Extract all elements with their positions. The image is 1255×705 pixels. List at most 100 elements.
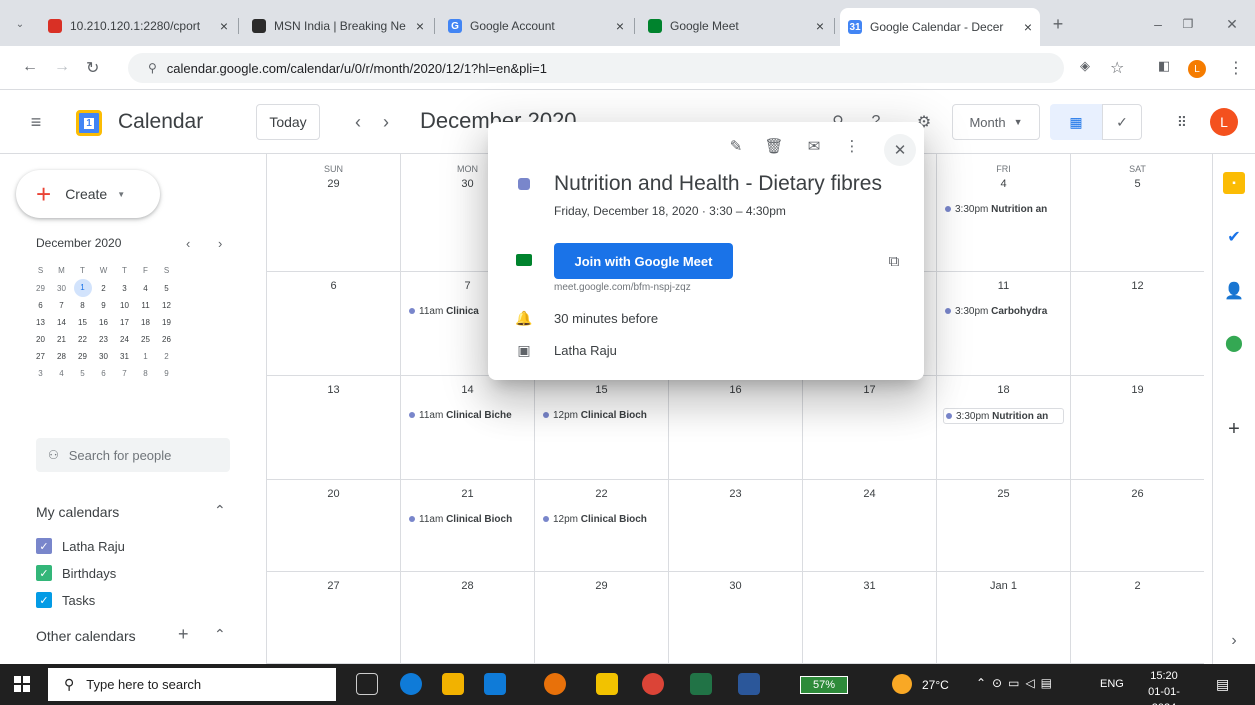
- day-number[interactable]: 15: [535, 384, 668, 396]
- day-cell[interactable]: 12: [1070, 272, 1204, 376]
- day-number[interactable]: 14: [401, 384, 534, 396]
- calendar-list-item[interactable]: ✓ Latha Raju: [36, 538, 125, 554]
- other-calendars-heading[interactable]: Other calendars: [36, 628, 136, 644]
- mini-day[interactable]: 22: [72, 331, 93, 348]
- battery-indicator[interactable]: 57%: [800, 676, 848, 694]
- day-cell[interactable]: 18 3:30pm Nutrition an: [936, 376, 1070, 480]
- calendar-list-item[interactable]: ✓ Birthdays: [36, 565, 116, 581]
- mini-day[interactable]: 8: [72, 297, 93, 314]
- mini-day[interactable]: 5: [72, 365, 93, 382]
- day-cell[interactable]: 30: [668, 572, 802, 664]
- url-field[interactable]: ⚲ calendar.google.com/calendar/u/0/r/mon…: [128, 53, 1064, 83]
- apps-grid-icon[interactable]: ⠿: [1170, 110, 1194, 134]
- mini-day[interactable]: 12: [156, 297, 177, 314]
- mini-day[interactable]: 14: [51, 314, 72, 331]
- chrome-icon[interactable]: [642, 673, 664, 695]
- day-number[interactable]: 24: [803, 488, 936, 500]
- mini-day[interactable]: 1: [135, 348, 156, 365]
- day-number[interactable]: 26: [1071, 488, 1204, 500]
- day-number[interactable]: 17: [803, 384, 936, 396]
- tab-close-icon[interactable]: ×: [220, 18, 228, 34]
- search-people-input[interactable]: ⚇ Search for people: [36, 438, 230, 472]
- view-select[interactable]: Month ▼: [952, 104, 1040, 140]
- tab-close-icon[interactable]: ×: [416, 18, 424, 34]
- bookmark-star-icon[interactable]: ☆: [1110, 58, 1124, 78]
- mini-day[interactable]: 4: [51, 365, 72, 382]
- mini-day[interactable]: 3: [30, 365, 51, 382]
- calendar-list-item[interactable]: ✓ Tasks: [36, 592, 95, 608]
- mini-day[interactable]: 20: [30, 331, 51, 348]
- tab-close-icon[interactable]: ×: [1024, 19, 1032, 35]
- day-number[interactable]: 11: [937, 280, 1070, 292]
- event-chip[interactable]: 11am Clinical Bioch: [407, 512, 528, 528]
- day-cell[interactable]: 27: [266, 572, 400, 664]
- minimize-icon[interactable]: –: [1148, 14, 1168, 34]
- window-close-icon[interactable]: ✕: [1222, 14, 1242, 34]
- mini-day[interactable]: 31: [114, 348, 135, 365]
- contacts-icon[interactable]: 👤: [1223, 280, 1245, 302]
- mini-prev-icon[interactable]: ‹: [186, 236, 190, 251]
- delete-icon[interactable]: 🗑: [762, 134, 786, 158]
- mini-day[interactable]: 8: [135, 365, 156, 382]
- email-icon[interactable]: ✉: [802, 134, 826, 158]
- day-cell[interactable]: 6: [266, 272, 400, 376]
- mini-day[interactable]: 29: [72, 348, 93, 365]
- mini-day[interactable]: 7: [114, 365, 135, 382]
- word-icon[interactable]: [738, 673, 760, 695]
- tasks-icon[interactable]: ✔: [1223, 226, 1245, 248]
- event-chip[interactable]: 12pm Clinical Bioch: [541, 512, 662, 528]
- tab-close-icon[interactable]: ×: [816, 18, 824, 34]
- day-cell[interactable]: 28: [400, 572, 534, 664]
- browser-tab[interactable]: 10.210.120.1:2280/cport ×: [40, 10, 236, 42]
- day-cell[interactable]: 25: [936, 480, 1070, 572]
- main-menu-icon[interactable]: ≡: [24, 110, 48, 134]
- browser-tab[interactable]: G Google Account ×: [440, 10, 632, 42]
- mini-day[interactable]: 30: [93, 348, 114, 365]
- mini-day[interactable]: 15: [72, 314, 93, 331]
- mini-day[interactable]: 11: [135, 297, 156, 314]
- extension-icon[interactable]: ◈: [1080, 58, 1090, 74]
- mini-next-icon[interactable]: ›: [218, 236, 222, 251]
- browser-tab[interactable]: 31 Google Calendar - Decer ×: [840, 8, 1040, 46]
- add-other-calendar-icon[interactable]: +: [178, 624, 189, 645]
- mini-day[interactable]: 10: [114, 297, 135, 314]
- day-number[interactable]: 12: [1071, 280, 1204, 292]
- firefox-icon[interactable]: [544, 673, 566, 695]
- day-cell[interactable]: 19: [1070, 376, 1204, 480]
- day-cell[interactable]: FRI 4 3:30pm Nutrition an: [936, 154, 1070, 272]
- day-number[interactable]: 25: [937, 488, 1070, 500]
- create-button[interactable]: + Create ▼: [16, 170, 160, 218]
- copy-link-icon[interactable]: ⧉: [882, 249, 906, 273]
- day-number[interactable]: 2: [1071, 580, 1204, 592]
- day-cell[interactable]: 11 3:30pm Carbohydra: [936, 272, 1070, 376]
- mini-day[interactable]: 4: [135, 279, 156, 297]
- day-number[interactable]: 23: [669, 488, 802, 500]
- mini-day[interactable]: 19: [156, 314, 177, 331]
- edit-pencil-icon[interactable]: ✎: [724, 134, 748, 158]
- weather-temp[interactable]: 27°C: [922, 678, 949, 692]
- mini-day[interactable]: 21: [51, 331, 72, 348]
- day-cell[interactable]: 20: [266, 480, 400, 572]
- store-icon[interactable]: [442, 673, 464, 695]
- event-chip[interactable]: 3:30pm Nutrition an: [943, 408, 1064, 424]
- day-cell[interactable]: 2: [1070, 572, 1204, 664]
- day-cell[interactable]: 26: [1070, 480, 1204, 572]
- day-number[interactable]: 16: [669, 384, 802, 396]
- back-icon[interactable]: ←: [22, 58, 38, 76]
- day-number[interactable]: 21: [401, 488, 534, 500]
- day-number[interactable]: 18: [937, 384, 1070, 396]
- mail-icon[interactable]: [484, 673, 506, 695]
- system-tray-icons[interactable]: ⌃⊙▭◁▤: [976, 676, 1058, 690]
- windows-start-icon[interactable]: [14, 676, 30, 692]
- edge-icon[interactable]: [400, 673, 422, 695]
- browser-tab[interactable]: MSN India | Breaking Ne ×: [244, 10, 432, 42]
- language-indicator[interactable]: ENG: [1100, 678, 1124, 690]
- tab-close-icon[interactable]: ×: [616, 18, 624, 34]
- day-number[interactable]: 13: [267, 384, 400, 396]
- mini-day[interactable]: 25: [135, 331, 156, 348]
- mini-day[interactable]: 2: [156, 348, 177, 365]
- side-panel-icon[interactable]: ◧: [1158, 58, 1170, 74]
- day-cell[interactable]: 29: [534, 572, 668, 664]
- browser-menu-icon[interactable]: ⋮: [1228, 58, 1244, 78]
- restore-icon[interactable]: ❐: [1178, 14, 1198, 34]
